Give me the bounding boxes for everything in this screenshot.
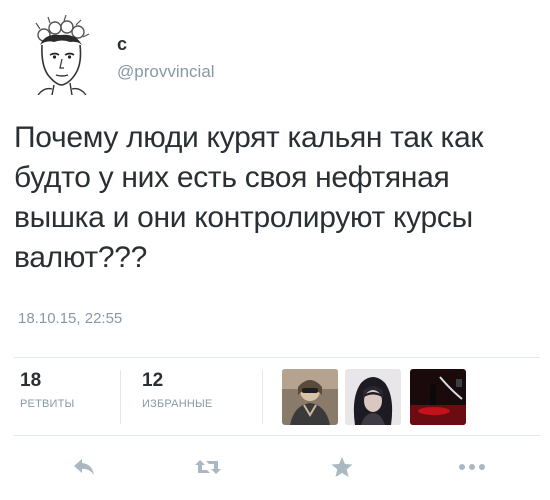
favoriter-avatar[interactable]	[410, 369, 466, 425]
tweet-text: Почему люди курят кальян так как будто у…	[14, 121, 484, 274]
tweet-card: c @provvincial Почему люди курят кальян …	[0, 0, 550, 500]
favorite-icon	[331, 457, 353, 477]
retweets-count: 18	[20, 370, 42, 391]
retweet-icon	[195, 460, 221, 474]
retweets-stat[interactable]: 18 РЕТВИТЫ	[20, 370, 75, 410]
divider	[14, 435, 540, 436]
stat-divider	[262, 370, 263, 424]
author-avatar[interactable]	[20, 14, 100, 96]
more-icon	[459, 464, 485, 470]
divider	[14, 357, 540, 358]
author-handle[interactable]: @provvincial	[117, 62, 215, 82]
user-photo-icon	[410, 369, 466, 425]
user-photo-icon	[345, 369, 401, 425]
avatar-sketch-icon	[20, 14, 100, 96]
reply-icon	[74, 459, 94, 475]
more-button[interactable]	[452, 447, 492, 487]
favorites-label: ИЗБРАННЫЕ	[142, 398, 213, 410]
user-photo-icon	[282, 369, 338, 425]
stat-divider	[120, 370, 121, 424]
retweets-label: РЕТВИТЫ	[20, 398, 75, 410]
author-display-name[interactable]: c	[117, 34, 127, 54]
favoriter-avatar[interactable]	[345, 369, 401, 425]
favorite-button[interactable]	[322, 447, 362, 487]
retweet-button[interactable]	[188, 447, 228, 487]
favorites-stat[interactable]: 12 ИЗБРАННЫЕ	[142, 370, 212, 410]
favorites-count: 12	[142, 370, 164, 391]
favoriter-avatar[interactable]	[282, 369, 338, 425]
reply-button[interactable]	[64, 447, 104, 487]
tweet-timestamp[interactable]: 18.10.15, 22:55	[18, 310, 122, 327]
